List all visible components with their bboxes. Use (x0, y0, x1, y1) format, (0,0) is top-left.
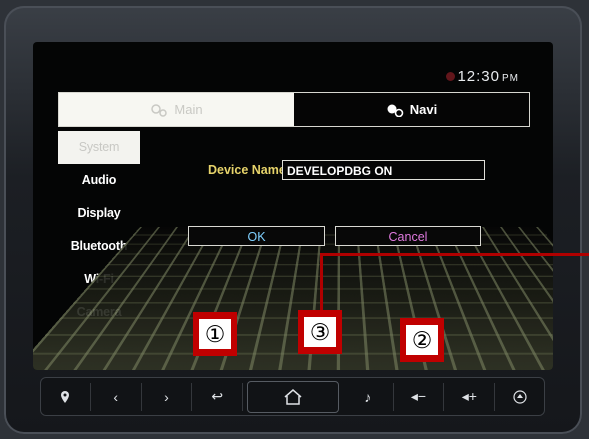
annotation-leader-horizontal (322, 253, 589, 256)
back-button[interactable]: ↩ (192, 382, 244, 411)
status-indicator (446, 72, 455, 81)
callout-3-number: ③ (304, 317, 336, 347)
tab-main[interactable]: Main (59, 93, 294, 126)
settings-tab-bar: Main Navi (58, 92, 530, 127)
location-button[interactable] (40, 382, 91, 411)
tab-main-label: Main (174, 102, 203, 117)
volume-down-icon: ◂− (410, 388, 427, 404)
sidebar-item-audio[interactable]: Audio (58, 164, 140, 197)
eject-button[interactable] (495, 383, 545, 411)
device-name-label: Device Name (208, 163, 286, 177)
volume-down-button[interactable]: ◂− (394, 382, 445, 411)
next-button[interactable]: › (142, 382, 193, 411)
cancel-button[interactable]: Cancel (335, 226, 481, 246)
prev-icon: ‹ (113, 388, 119, 405)
callout-2-number: ② (406, 325, 438, 355)
tab-navi-label: Navi (409, 102, 438, 117)
sidebar-item-display[interactable]: Display (58, 197, 140, 230)
callout-3: ③ (298, 310, 342, 354)
callout-1: ① (193, 312, 237, 356)
clock-time: 12:30 (457, 68, 500, 85)
eject-icon (513, 389, 527, 404)
status-clock: 12:30 PM (457, 68, 519, 85)
clock-ampm: PM (502, 73, 519, 84)
device-name-field[interactable]: DEVELOPDBG ON (282, 160, 485, 180)
sidebar-item-system[interactable]: System (58, 131, 140, 164)
prev-button[interactable]: ‹ (91, 382, 142, 411)
volume-up-button[interactable]: ◂+ (444, 382, 496, 411)
navi-settings-icon (387, 104, 404, 117)
hardware-button-bar: ‹ › ↩ ♪ ◂− ◂+ (40, 377, 545, 416)
volume-up-icon: ◂+ (461, 388, 477, 404)
next-icon: › (164, 388, 169, 405)
back-icon: ↩ (211, 388, 224, 404)
media-power-icon: ♪ (364, 388, 372, 405)
media-power-button[interactable]: ♪ (343, 382, 394, 411)
ok-button[interactable]: OK (188, 226, 325, 246)
head-unit-screen: 12:30 PM Main Navi System Audio Display B… (33, 42, 553, 370)
location-icon (60, 390, 69, 403)
main-settings-icon (151, 103, 168, 117)
tab-navi[interactable]: Navi (294, 93, 529, 126)
callout-2: ② (400, 318, 444, 362)
callout-1-number: ① (199, 319, 231, 349)
annotation-leader-vertical (320, 253, 323, 313)
home-button[interactable] (247, 380, 339, 413)
home-icon (284, 388, 302, 405)
